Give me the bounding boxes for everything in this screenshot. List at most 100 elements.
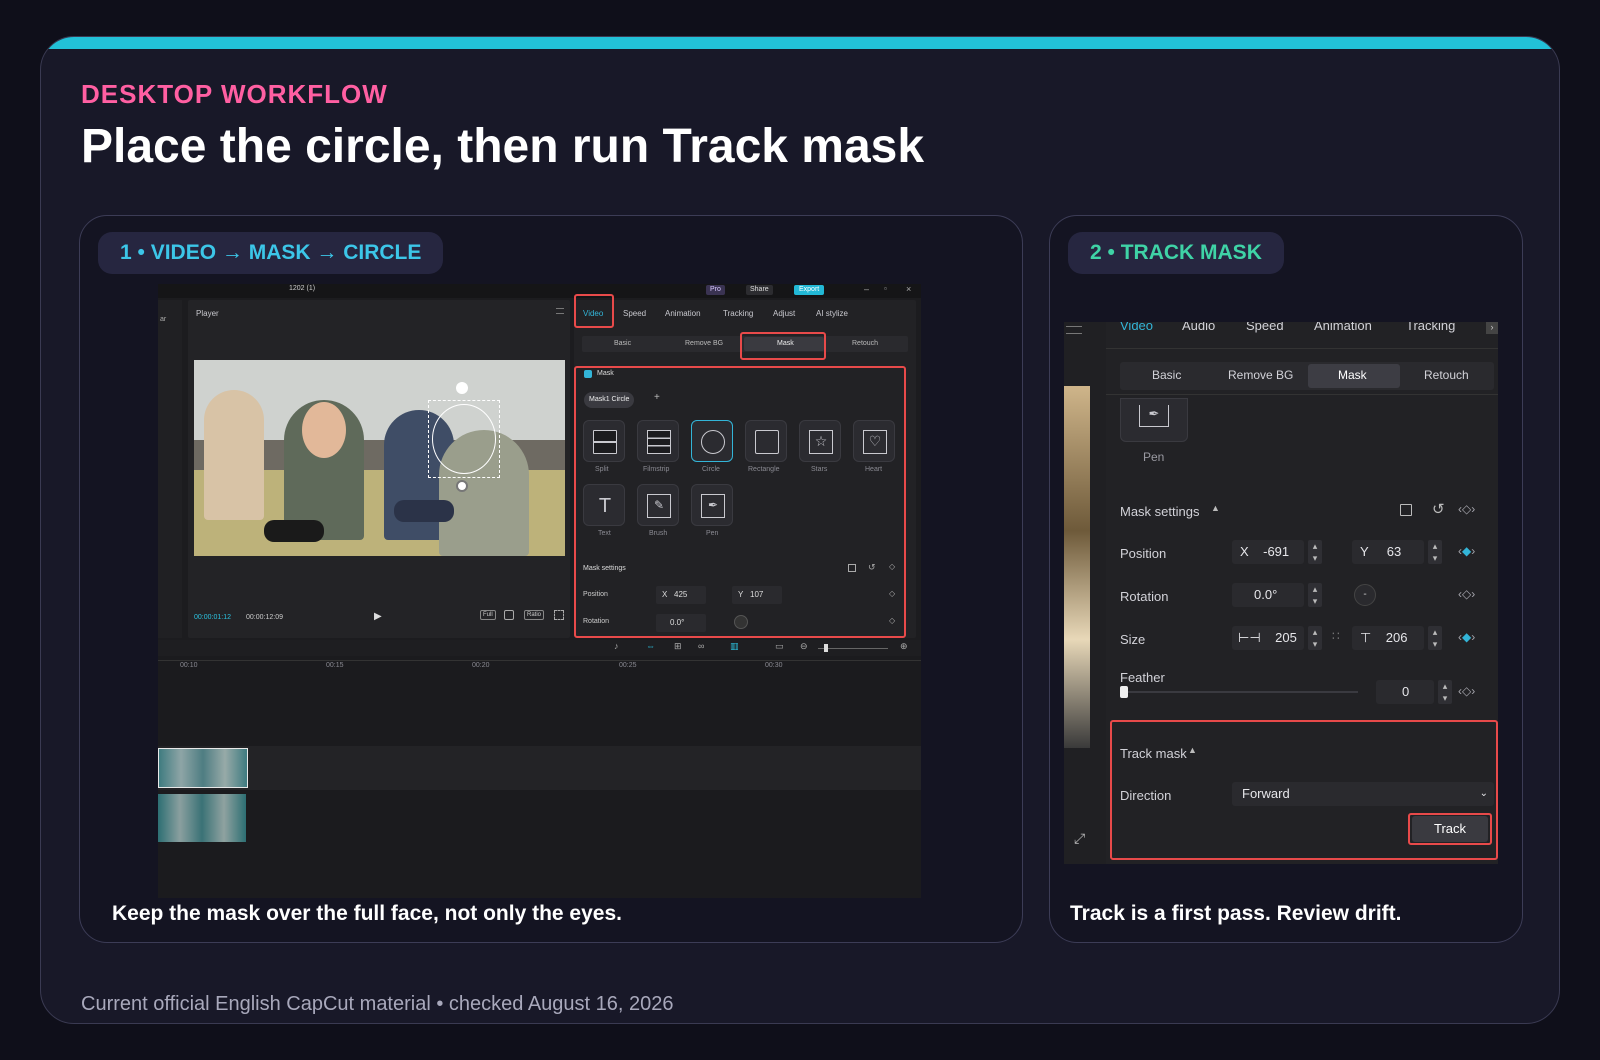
mask-feather-handle[interactable] [456, 382, 468, 394]
keyframe-icon-active[interactable]: ‹◆› [1458, 630, 1475, 644]
time-current: 00:00:01:12 [194, 614, 231, 621]
slide: DESKTOP WORKFLOW Place the circle, then … [40, 36, 1560, 1024]
eyebrow: DESKTOP WORKFLOW [81, 79, 388, 109]
subtab-retouch[interactable]: Retouch [852, 340, 878, 347]
player-label: Player [196, 309, 219, 318]
feather-stepper[interactable]: ▴ ▾ [1438, 680, 1452, 704]
feather-slider[interactable] [1122, 691, 1358, 693]
collapse-icon[interactable]: ▲ [1211, 503, 1220, 513]
lock-ratio-icon[interactable]: ∷ [1332, 629, 1340, 643]
editor-screenshot-2: ⤢ Video Audio Speed Animation Tracking ›… [1064, 322, 1498, 864]
tab-tracking[interactable]: Tracking [723, 309, 753, 318]
width-stepper[interactable]: ▴ ▾ [1308, 626, 1322, 650]
keyframe-icon[interactable]: ‹◇› [1458, 502, 1475, 516]
rotation-label: Rotation [1120, 589, 1169, 604]
link-icon[interactable]: ⇔ [646, 641, 655, 651]
step2-panel: 2 • TRACK MASK ⤢ Video Audio Speed Anima… [1049, 215, 1523, 943]
step1-label: 1 • VIDEO → MASK → CIRCLE [98, 232, 444, 274]
video-clip[interactable] [158, 794, 246, 842]
keyframe-icon-active[interactable]: ‹◆› [1458, 544, 1475, 558]
play-icon[interactable]: ▶ [374, 611, 382, 622]
keyframe-icon[interactable]: ‹◇› [1458, 684, 1475, 698]
close-icon[interactable]: × [906, 284, 911, 294]
feather-label: Feather [1120, 670, 1165, 685]
tab-ai-stylize[interactable]: AI stylize [816, 309, 848, 318]
feather-slider-thumb[interactable] [1120, 686, 1128, 698]
feather-value: 0 [1402, 684, 1410, 699]
mask-settings-label[interactable]: Mask settings [1120, 504, 1199, 519]
minimize-icon[interactable]: – [864, 284, 869, 294]
zoom-slider[interactable] [818, 648, 888, 649]
menu-icon[interactable] [1066, 326, 1082, 334]
chain-icon[interactable]: ∞ [698, 641, 704, 651]
video-clip-selected[interactable] [158, 748, 248, 788]
tab-audio[interactable]: Audio [1182, 322, 1215, 333]
subtab-remove-bg[interactable]: Remove BG [1228, 368, 1293, 382]
timeline-tick: 00:15 [326, 662, 344, 669]
timeline-tick: 00:30 [765, 662, 783, 669]
mask-rotate-handle[interactable] [456, 480, 468, 492]
time-total: 00:00:12:09 [246, 614, 283, 621]
subtab-basic[interactable]: Basic [1152, 368, 1181, 382]
zoom-in-icon[interactable]: ⊕ [900, 641, 908, 652]
invert-icon[interactable] [1400, 504, 1412, 516]
mic-icon[interactable]: ♪ [614, 641, 619, 651]
tab-speed[interactable]: Speed [623, 309, 646, 318]
size-label: Size [1120, 632, 1146, 647]
position-y-stepper[interactable]: ▴ ▾ [1428, 540, 1442, 564]
timeline-tick: 00:25 [619, 662, 637, 669]
video-frame[interactable] [194, 360, 565, 556]
preview-icon[interactable]: ▭ [775, 641, 784, 652]
split-track-icon[interactable]: ▥ [730, 641, 739, 652]
mask-bounding-box [428, 400, 500, 478]
ratio-button-label: Ratio [527, 612, 542, 618]
sidebar-stub: ar [160, 316, 167, 323]
full-button[interactable]: Full [480, 610, 496, 620]
position-x-stepper[interactable]: ▴ ▾ [1308, 540, 1322, 564]
zoom-slider-thumb[interactable] [824, 644, 828, 652]
video-preview-strip [1064, 386, 1090, 748]
feather-field[interactable]: 0 [1376, 680, 1434, 704]
tabs-next-icon[interactable]: › [1486, 322, 1498, 334]
rotation-dial[interactable]: - [1354, 584, 1376, 606]
pen-button[interactable]: ✒ [1120, 398, 1188, 442]
position-x-field[interactable]: X -691 [1232, 540, 1304, 564]
step2-label: 2 • TRACK MASK [1068, 232, 1284, 274]
page-title: Place the circle, then run Track mask [81, 120, 925, 173]
subtab-retouch[interactable]: Retouch [1424, 368, 1469, 382]
step1-panel: 1 • VIDEO → MASK → CIRCLE 1202 (1) Pro S… [79, 215, 1023, 943]
pen-label: Pen [1143, 450, 1165, 464]
tab-tracking[interactable]: Tracking [1406, 322, 1455, 333]
rotation-stepper[interactable]: ▴ ▾ [1308, 583, 1322, 607]
player-menu-icon[interactable] [556, 308, 564, 314]
height-field[interactable]: ⊤ 206 [1352, 626, 1424, 650]
tab-adjust[interactable]: Adjust [773, 309, 795, 318]
subtab-basic[interactable]: Basic [614, 340, 631, 347]
ratio-button[interactable]: Ratio [524, 610, 545, 620]
zoom-out-icon[interactable]: ⊖ [800, 641, 808, 652]
subtab-remove-bg[interactable]: Remove BG [685, 340, 723, 347]
subtab-mask[interactable]: Mask [1338, 368, 1367, 382]
tab-speed[interactable]: Speed [1246, 322, 1284, 333]
snap-icon[interactable]: ⊞ [674, 641, 682, 652]
rotation-field[interactable]: 0.0° [1232, 583, 1304, 607]
keyframe-icon[interactable]: ‹◇› [1458, 587, 1475, 601]
width-icon: ⊢⊣ [1238, 630, 1261, 645]
width-field[interactable]: ⊢⊣ 205 [1232, 626, 1304, 650]
share-button-label: Share [750, 286, 769, 293]
screenshot-icon[interactable] [504, 610, 514, 620]
tab-video[interactable]: Video [1120, 322, 1153, 333]
height-stepper[interactable]: ▴ ▾ [1428, 626, 1442, 650]
export-button[interactable]: Export [794, 285, 825, 295]
maximize-icon[interactable]: ▫ [884, 284, 887, 293]
pen-icon: ✒ [1139, 405, 1169, 427]
pro-badge[interactable]: Pro [706, 285, 725, 295]
reset-icon[interactable]: ↺ [1432, 500, 1445, 518]
tab-animation[interactable]: Animation [665, 309, 701, 318]
position-y-field[interactable]: Y 63 [1352, 540, 1424, 564]
expand-icon[interactable]: ⤢ [1074, 830, 1085, 847]
share-button[interactable]: Share [746, 285, 773, 295]
project-name: 1202 (1) [289, 285, 316, 292]
tab-animation[interactable]: Animation [1314, 322, 1372, 333]
fullscreen-icon[interactable] [554, 610, 564, 620]
